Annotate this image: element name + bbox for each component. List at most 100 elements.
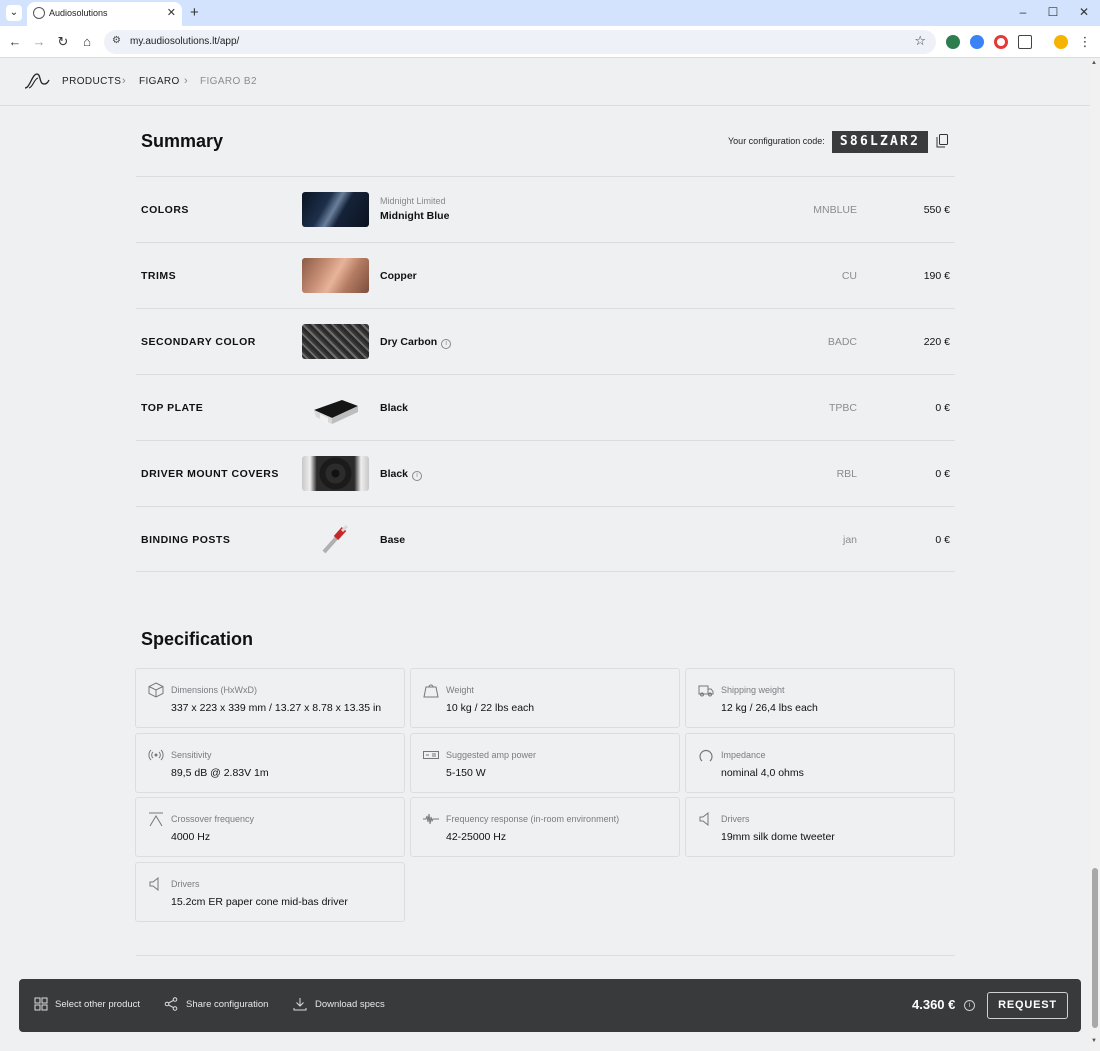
spec-card-weight: Weight 10 kg / 22 lbs each — [410, 668, 680, 728]
home-icon[interactable]: ⌂ — [78, 33, 96, 51]
breadcrumb-products[interactable]: PRODUCTS — [62, 76, 121, 87]
option-price: 0 € — [935, 468, 950, 480]
share-icon[interactable] — [164, 997, 178, 1011]
row-label: TOP PLATE — [141, 402, 204, 414]
row-label: TRIMS — [141, 270, 177, 282]
address-bar[interactable]: ⚙ my.audiosolutions.lt/app/ ☆ — [104, 30, 936, 54]
breadcrumb-figaro-b2: FIGARO B2 — [200, 76, 257, 87]
extension-record-icon[interactable] — [994, 35, 1008, 49]
option-price: 190 € — [923, 270, 950, 282]
download-icon[interactable] — [293, 997, 307, 1011]
spec-card-dimensions: Dimensions (HxWxD) 337 x 223 x 339 mm / … — [135, 668, 405, 728]
spec-value: nominal 4,0 ohms — [721, 767, 804, 779]
maximize-icon[interactable]: ☐ — [1043, 5, 1063, 19]
grid-icon[interactable] — [34, 997, 48, 1011]
scroll-thumb[interactable] — [1092, 868, 1098, 1028]
info-icon[interactable]: i — [412, 471, 423, 481]
spec-value: 5-150 W — [446, 767, 486, 779]
copy-icon[interactable] — [936, 134, 948, 148]
profile-avatar[interactable] — [1054, 35, 1068, 49]
forward-arrow-icon[interactable]: → — [30, 33, 48, 51]
browser-menu-icon[interactable]: ⋮ — [1076, 33, 1094, 51]
share-configuration-button[interactable]: Share configuration — [186, 999, 268, 1010]
option-price: 550 € — [923, 204, 950, 216]
spec-value: 19mm silk dome tweeter — [721, 831, 835, 843]
top-plate-image — [302, 390, 369, 425]
tab-search-chevron-icon[interactable]: ⌄ — [6, 5, 22, 21]
spec-value: 4000 Hz — [171, 831, 211, 843]
request-button[interactable]: REQUEST — [987, 992, 1068, 1019]
spec-label: Drivers — [171, 879, 200, 889]
close-tab-icon[interactable]: ✕ — [167, 6, 176, 19]
total-price: 4.360 € — [912, 997, 956, 1012]
spec-value: 15.2cm ER paper cone mid-bas driver — [171, 896, 348, 908]
extension-blue-icon[interactable] — [970, 35, 984, 49]
site-settings-icon[interactable]: ⚙ — [112, 35, 121, 46]
scroll-up-icon[interactable]: ▲ — [1091, 60, 1097, 66]
option-name: Black — [380, 402, 409, 414]
waveform-icon — [423, 813, 439, 825]
copper-swatch — [302, 258, 369, 293]
truck-icon — [698, 685, 714, 697]
price-info-icon[interactable]: i — [964, 1000, 975, 1011]
spec-card-drivers-midbass: Drivers 15.2cm ER paper cone mid-bas dri… — [135, 862, 405, 922]
spec-value: 42-25000 Hz — [446, 831, 507, 843]
browser-tab-bar: ⌄ Audiosolutions ✕ + – ☐ ✕ — [0, 0, 1100, 26]
extensions-puzzle-icon[interactable] — [1018, 35, 1032, 49]
breadcrumb-chevron-icon: › — [122, 75, 126, 87]
url-text[interactable]: my.audiosolutions.lt/app/ — [130, 36, 239, 47]
spec-card-amp-power: Suggested amp power 5-150 W — [410, 733, 680, 793]
browser-tab[interactable]: Audiosolutions ✕ — [27, 2, 182, 26]
spec-value: 337 x 223 x 339 mm / 13.27 x 8.78 x 13.3… — [171, 702, 382, 714]
page-scrollbar[interactable]: ▲ ▼ — [1090, 58, 1100, 1051]
spec-card-crossover: Crossover frequency 4000 Hz — [135, 797, 405, 857]
info-icon[interactable]: i — [441, 339, 452, 349]
bookmark-star-icon[interactable]: ☆ — [914, 33, 926, 49]
summary-title: Summary — [141, 131, 224, 151]
select-other-product-button[interactable]: Select other product — [55, 999, 140, 1010]
amplifier-icon — [423, 751, 439, 759]
back-arrow-icon[interactable]: ← — [6, 33, 24, 51]
dry-carbon-swatch — [302, 324, 369, 359]
specification-title: Specification — [141, 629, 254, 649]
summary-row-trims: TRIMS Copper CU 190 € — [136, 242, 955, 308]
new-tab-icon[interactable]: + — [190, 4, 199, 21]
spec-label: Sensitivity — [171, 750, 212, 760]
driver-cover-image — [302, 456, 369, 491]
scroll-down-icon[interactable]: ▼ — [1091, 1038, 1097, 1044]
option-name: Dry Carbon — [380, 336, 438, 348]
option-code: MNBLUE — [813, 204, 857, 216]
row-label: COLORS — [141, 204, 189, 216]
tab-title: Audiosolutions — [49, 8, 108, 18]
summary-row-colors: COLORS Midnight Limited Midnight Blue MN… — [136, 176, 955, 242]
spec-card-sensitivity: Sensitivity 89,5 dB @ 2.83V 1m — [135, 733, 405, 793]
impedance-icon — [699, 750, 713, 762]
config-code: S86LZAR2 — [832, 131, 928, 153]
option-code: BADC — [827, 336, 857, 348]
download-specs-button[interactable]: Download specs — [315, 999, 385, 1010]
breadcrumb-figaro[interactable]: FIGARO — [139, 76, 180, 87]
binding-post-image — [302, 522, 369, 557]
close-window-icon[interactable]: ✕ — [1074, 5, 1094, 19]
spec-card-drivers-tweeter: Drivers 19mm silk dome tweeter — [685, 797, 955, 857]
option-name-with-info: Black i — [380, 468, 423, 481]
summary-row-secondary-color: SECONDARY COLOR Dry Carbon i BADC 220 € — [136, 308, 955, 374]
minimize-icon[interactable]: – — [1013, 5, 1033, 19]
globe-icon — [33, 7, 45, 19]
option-price: 220 € — [923, 336, 950, 348]
option-name: Midnight Blue — [380, 210, 450, 222]
option-code: TPBC — [828, 402, 857, 414]
row-label: BINDING POSTS — [141, 534, 231, 546]
section-divider — [136, 955, 955, 956]
option-name-with-info: Dry Carbon i — [380, 336, 452, 349]
reload-icon[interactable]: ↻ — [54, 33, 72, 51]
summary-row-binding-posts: BINDING POSTS Base jan 0 € — [136, 506, 955, 572]
row-label: SECONDARY COLOR — [141, 336, 256, 348]
weight-icon — [423, 684, 439, 698]
audiosolutions-logo-icon[interactable] — [24, 72, 50, 90]
config-code-label: Your configuration code: — [728, 136, 825, 146]
extension-green-icon[interactable] — [946, 35, 960, 49]
option-name: Base — [380, 534, 406, 546]
spec-card-shipping-weight: Shipping weight 12 kg / 26,4 lbs each — [685, 668, 955, 728]
spec-value: 89,5 dB @ 2.83V 1m — [171, 767, 269, 779]
